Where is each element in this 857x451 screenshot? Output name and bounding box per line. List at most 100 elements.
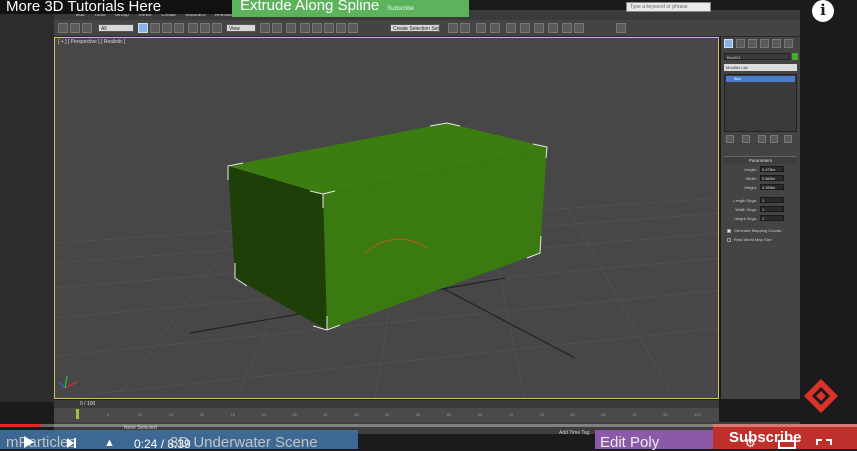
card-extrude-along-spline[interactable]: Extrude Along Spline Subscribe <box>232 0 469 17</box>
render-icon[interactable] <box>574 23 584 33</box>
param-height-segs-input[interactable]: 1 <box>760 215 784 221</box>
select-by-name-icon[interactable] <box>150 23 160 33</box>
volume-icon[interactable]: ▲ <box>104 438 118 449</box>
channel-logo-icon[interactable] <box>803 378 839 414</box>
track-tick-label: 95 <box>663 412 668 417</box>
track-tick-label: 40 <box>323 412 328 417</box>
track-tick-label: 10 <box>137 412 143 417</box>
play-icon[interactable] <box>24 436 34 448</box>
window-crossing-icon[interactable] <box>174 23 184 33</box>
create-tab-icon[interactable] <box>724 39 733 48</box>
remove-modifier-icon[interactable] <box>770 135 778 143</box>
track-tick-label: 75 <box>539 412 544 417</box>
material-editor-icon[interactable] <box>534 23 544 33</box>
card-more-tutorials[interactable]: More 3D Tutorials Here <box>0 0 238 14</box>
align-icon[interactable] <box>460 23 470 33</box>
param-width-segs-input[interactable]: 1 <box>760 206 784 212</box>
track-tick-label: 0 <box>76 412 79 417</box>
select-manipulate-icon[interactable] <box>272 23 282 33</box>
render-setup-icon[interactable] <box>548 23 558 33</box>
track-tick-label: 65 <box>477 412 483 417</box>
progress-fill <box>0 424 42 427</box>
settings-gear-icon[interactable]: ⚙ <box>745 437 757 449</box>
time-slider[interactable]: 0 / 100 <box>54 400 719 408</box>
object-color-swatch[interactable] <box>792 53 798 60</box>
fullscreen-icon[interactable] <box>816 439 832 449</box>
curve-editor-icon[interactable] <box>506 23 516 33</box>
gen-mapping-row: Generate Mapping Coords. <box>721 227 800 235</box>
render-production-icon[interactable] <box>616 23 626 33</box>
pivot-icon[interactable] <box>260 23 270 33</box>
percent-snap-icon[interactable] <box>324 23 334 33</box>
angle-snap-icon[interactable] <box>312 23 322 33</box>
right-dark-strip <box>800 0 857 430</box>
spinner-snap-icon[interactable] <box>336 23 346 33</box>
param-height-input[interactable]: 0.345m <box>760 184 784 190</box>
modifier-list-select[interactable]: Modifier List <box>724 64 797 71</box>
endscreen-edit-poly[interactable]: Edit Poly <box>595 430 713 451</box>
card-extrude-title: Extrude Along Spline <box>240 0 380 14</box>
gen-mapping-checkbox[interactable] <box>727 229 731 233</box>
info-icon[interactable]: i <box>812 0 834 22</box>
stack-item-box[interactable]: Box <box>726 76 795 82</box>
param-width-segs-row: Width Segs: 1 <box>721 206 800 214</box>
add-time-tag[interactable]: Add Time Tag <box>559 430 589 436</box>
param-width-segs-label: Width Segs: <box>735 207 757 212</box>
perspective-viewport[interactable]: [ + ] [ Perspective ] [ Realistic ] <box>54 37 719 399</box>
endscreen-mid-label: 3D Underwater Scene <box>170 434 318 451</box>
track-tick-label: 55 <box>415 412 421 417</box>
box-object <box>227 122 548 331</box>
param-length-row: Length: 0.478m <box>721 166 800 174</box>
link-icon[interactable] <box>82 23 92 33</box>
schematic-icon[interactable] <box>520 23 530 33</box>
track-tick-label: 50 <box>385 412 390 417</box>
next-icon[interactable] <box>67 438 77 448</box>
keyboard-shortcut-icon[interactable] <box>286 23 296 33</box>
endscreen-right-label: Edit Poly <box>600 434 660 451</box>
motion-tab-icon[interactable] <box>760 39 769 48</box>
hierarchy-tab-icon[interactable] <box>748 39 757 48</box>
mirror-icon[interactable] <box>448 23 458 33</box>
param-width-input[interactable]: 0.865m <box>760 175 784 181</box>
make-unique-icon[interactable] <box>758 135 766 143</box>
reference-coord-select[interactable]: View <box>226 24 256 32</box>
param-length-segs-input[interactable]: 1 <box>760 197 784 203</box>
object-name-field[interactable]: Box001 <box>724 53 790 60</box>
modifier-stack: Box <box>724 74 797 132</box>
rotate-icon[interactable] <box>200 23 210 33</box>
layer-icon[interactable] <box>476 23 486 33</box>
param-length-input[interactable]: 0.478m <box>760 166 784 172</box>
track-bar[interactable]: 0 5 10 15 20 25 30 35 40 45 50 55 60 65 70 75 80 85 90 95 10… <box>54 408 719 422</box>
snap-icon[interactable] <box>300 23 310 33</box>
param-height-label: Height: <box>744 185 757 190</box>
graphite-icon[interactable] <box>490 23 500 33</box>
render-frame-icon[interactable] <box>562 23 572 33</box>
theater-mode-icon[interactable] <box>778 440 796 449</box>
param-height-row: Height: 0.345m <box>721 184 800 192</box>
select-object-icon[interactable] <box>138 23 148 33</box>
utilities-tab-icon[interactable] <box>784 39 793 48</box>
modify-tab-icon[interactable] <box>736 39 745 48</box>
left-dark-strip <box>0 10 54 402</box>
scale-icon[interactable] <box>212 23 222 33</box>
track-tick-label: 45 <box>354 412 359 417</box>
display-tab-icon[interactable] <box>772 39 781 48</box>
redo-icon[interactable] <box>70 23 80 33</box>
show-end-result-icon[interactable] <box>742 135 750 143</box>
selection-filter-select[interactable]: All <box>98 24 134 32</box>
pin-stack-icon[interactable] <box>726 135 734 143</box>
undo-icon[interactable] <box>58 23 68 33</box>
track-tick-label: 30 <box>261 412 266 417</box>
edit-named-sets-icon[interactable] <box>348 23 358 33</box>
real-world-label: Real-World Map Size <box>734 237 772 242</box>
rect-selection-icon[interactable] <box>162 23 172 33</box>
progress-track[interactable] <box>0 424 857 427</box>
real-world-checkbox[interactable] <box>727 238 731 242</box>
configure-sets-icon[interactable] <box>784 135 792 143</box>
named-selection-set-select[interactable]: Create Selection Set <box>390 24 440 32</box>
search-input[interactable]: Type a keyword or phrase <box>626 2 711 12</box>
parameters-rollout-header[interactable]: Parameters <box>724 156 797 164</box>
axis-tripod-icon <box>58 375 78 389</box>
track-tick-label: 90 <box>632 412 637 417</box>
move-icon[interactable] <box>188 23 198 33</box>
